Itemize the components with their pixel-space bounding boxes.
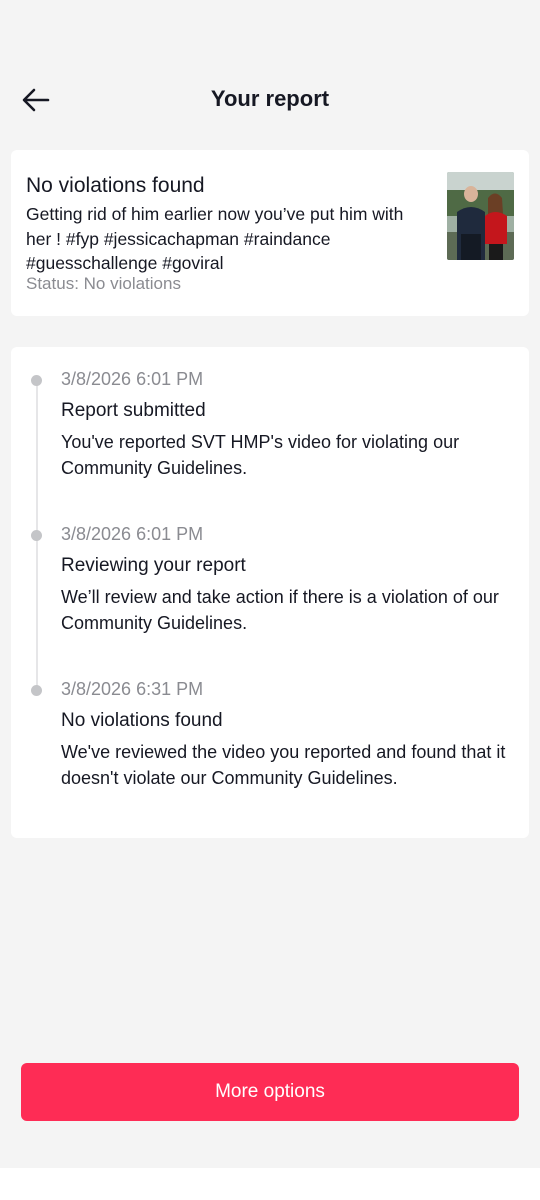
timeline-dot <box>31 530 42 541</box>
timeline-dot <box>31 375 42 386</box>
report-summary-card: No violations found Getting rid of him e… <box>11 150 529 316</box>
report-timeline: 3/8/2026 6:01 PM Report submitted You've… <box>11 347 529 838</box>
step-description: We’ll review and take action if there is… <box>61 587 499 633</box>
step-time: 3/8/2026 6:01 PM <box>61 369 204 389</box>
step-time: 3/8/2026 6:01 PM <box>61 524 204 544</box>
step-title: Reviewing your report <box>61 555 246 576</box>
step-title: No violations found <box>61 710 223 731</box>
video-caption: Getting rid of him earlier now you’ve pu… <box>26 204 404 273</box>
summary-title: No violations found <box>26 174 205 197</box>
more-options-button[interactable]: More options <box>21 1063 519 1121</box>
timeline-dot <box>31 685 42 696</box>
status-text: Status: No violations <box>26 274 181 293</box>
step-title: Report submitted <box>61 400 206 421</box>
page-title: Your report <box>210 86 330 111</box>
report-page: Your report No violations found Getting … <box>0 0 540 1200</box>
video-thumbnail[interactable] <box>447 172 514 260</box>
video-thumbnail-image <box>447 172 514 260</box>
step-description: We've reviewed the video you reported an… <box>61 742 506 788</box>
step-time: 3/8/2026 6:31 PM <box>61 679 204 699</box>
step-description: You've reported SVT HMP's video for viol… <box>61 432 460 478</box>
bottom-bar <box>0 1168 540 1200</box>
header: Your report <box>0 68 540 132</box>
